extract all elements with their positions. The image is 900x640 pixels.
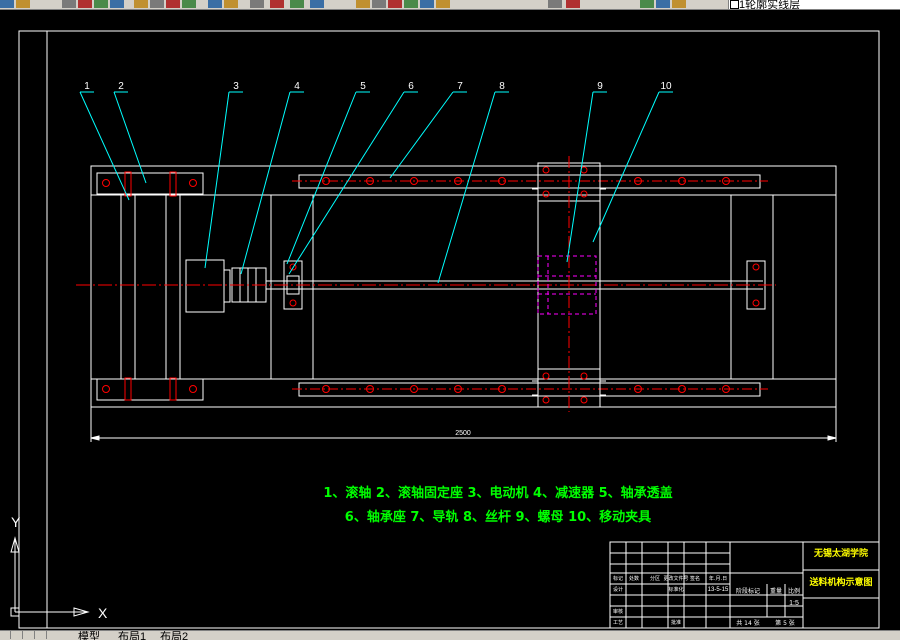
row-label: 工艺 [613, 620, 623, 626]
part-label: 3 [233, 81, 239, 92]
properties-icon[interactable] [356, 0, 370, 8]
stage-header: 阶段标记 [736, 587, 760, 595]
layer-name: 1轮廓实线层 [739, 0, 801, 9]
designcenter-icon[interactable] [372, 0, 386, 8]
sheet-number: 第 5 张 [775, 619, 795, 627]
roller-mount-bottom [96, 378, 204, 401]
dimension-text: 2500 [455, 430, 471, 437]
tab-nav-first[interactable] [0, 631, 11, 639]
matchprop-icon[interactable] [166, 0, 180, 8]
zoom-realtime-icon[interactable] [270, 0, 284, 8]
cut-icon[interactable] [110, 0, 124, 8]
part-leader-6: 6 [288, 81, 418, 275]
part-leader-10: 10 [592, 81, 673, 243]
part-label: 10 [660, 81, 672, 92]
part-label: 1 [84, 81, 90, 92]
row-label-2: 标准化 [668, 586, 683, 593]
sheet-outer-border [18, 30, 880, 629]
scale-header: 比例 [788, 587, 800, 595]
ucs-x-label: X [98, 605, 108, 621]
title-block-rows: 分区 更改文件号 签名 年.月.日 标记设计审核工艺 处数标准化批准 [613, 575, 727, 626]
calculator-icon[interactable] [436, 0, 450, 8]
row-label: 设计 [613, 586, 623, 593]
part-label: 4 [294, 81, 300, 92]
title-block-text: 无锡太湖学院 送料机构示意图 阶段标记 重量 比例 1:5 共 14 张 第 5… [613, 547, 873, 627]
bulb-icon[interactable] [640, 0, 654, 8]
drawing-title: 送料机构示意图 [808, 576, 872, 588]
ucs-y-label: Y [11, 514, 21, 530]
machine-frame [90, 165, 837, 408]
revision-date: 13-5-15 [708, 587, 729, 593]
legend-line-2: 6、轴承座 7、导轨 8、丝杆 9、螺母 10、移动夹具 [345, 509, 651, 525]
tab-nav-next[interactable] [24, 631, 35, 639]
layer-manager-icon[interactable] [548, 0, 562, 8]
preview-icon[interactable] [78, 0, 92, 8]
part-label: 6 [408, 81, 414, 92]
weight-header: 重量 [770, 587, 782, 595]
zoom-window-icon[interactable] [290, 0, 304, 8]
part-leader-2: 2 [113, 81, 147, 184]
col-header: 年.月.日 [709, 575, 727, 582]
motor [185, 259, 231, 313]
drawing-canvas[interactable]: 2500 1 2 3 4 5 6 7 8 9 10 1、滚轴 2、滚轴固定座 3、电动机 4、减速… [0, 9, 900, 630]
col-header: 分区 [650, 575, 660, 582]
part-label: 8 [499, 81, 505, 92]
part-leader-5: 5 [286, 81, 370, 265]
sun-icon[interactable] [656, 0, 670, 8]
row-label: 标记 [613, 575, 623, 582]
part-label: 5 [360, 81, 366, 92]
brush-icon[interactable] [182, 0, 196, 8]
open-icon[interactable] [0, 0, 14, 8]
zoom-previous-icon[interactable] [310, 0, 324, 8]
part-label: 7 [457, 81, 463, 92]
roller-mount-top [96, 172, 204, 195]
roller [120, 171, 181, 401]
sheet-inner-border [46, 30, 880, 629]
undo-icon[interactable] [208, 0, 222, 8]
copy-icon[interactable] [134, 0, 148, 8]
lock-icon[interactable] [672, 0, 686, 8]
leaders: 1 2 3 4 5 6 7 8 9 10 [79, 81, 673, 284]
school-name: 无锡太湖学院 [813, 547, 868, 559]
pan-icon[interactable] [250, 0, 264, 8]
legend-line-1: 1、滚轴 2、滚轴固定座 3、电动机 4、减速器 5、轴承透盖 [323, 485, 672, 501]
row-label-2: 批准 [671, 619, 681, 626]
tab-nav-prev[interactable] [12, 631, 23, 639]
layer-state-icon[interactable] [566, 0, 580, 8]
row-label: 审核 [613, 608, 623, 615]
redo-icon[interactable] [224, 0, 238, 8]
layer-color-swatch [730, 0, 739, 9]
print-icon[interactable] [62, 0, 76, 8]
row-label-2: 处数 [629, 575, 639, 582]
sheetset-icon[interactable] [404, 0, 418, 8]
col-header: 更改文件号 [663, 575, 688, 582]
part-leader-3: 3 [204, 81, 243, 269]
tab-nav-last[interactable] [36, 631, 47, 639]
ucs-icon [10, 536, 90, 617]
paste-icon[interactable] [150, 0, 164, 8]
col-header: 签名 [690, 575, 700, 582]
layer-dropdown[interactable]: 1轮廓实线层 [728, 0, 900, 9]
toolpalette-icon[interactable] [388, 0, 402, 8]
markup-icon[interactable] [420, 0, 434, 8]
sheet-total: 共 14 张 [736, 619, 759, 627]
part-label: 2 [118, 81, 124, 92]
part-leader-1: 1 [79, 81, 130, 201]
part-label: 9 [597, 81, 603, 92]
scale-value: 1:5 [789, 600, 799, 607]
plot-icon[interactable] [94, 0, 108, 8]
save-icon[interactable] [16, 0, 30, 8]
